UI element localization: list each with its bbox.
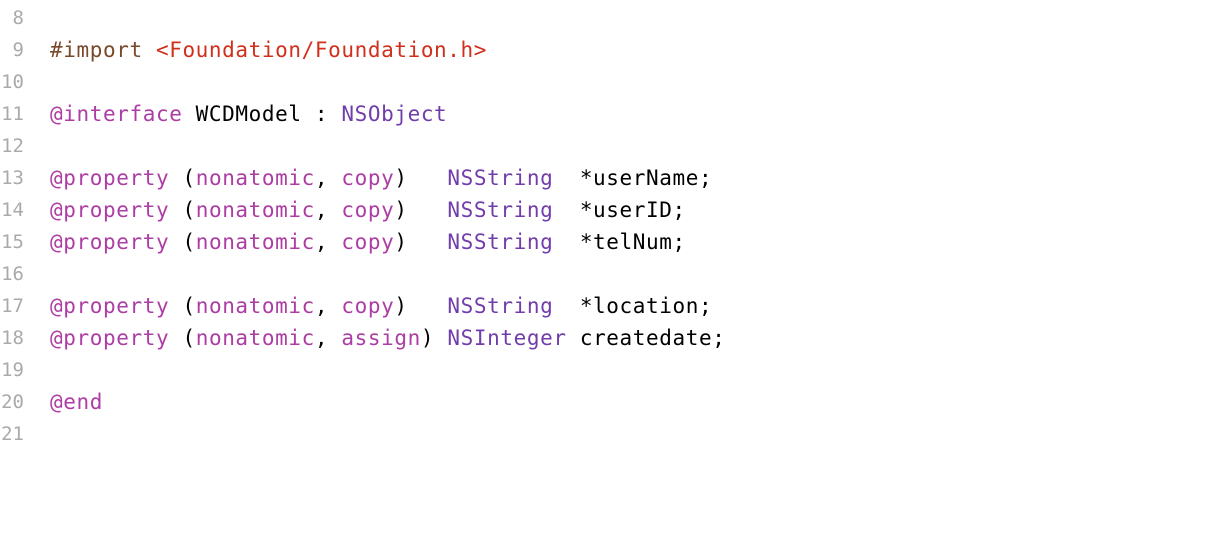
code-line[interactable]: 12 [0,130,1208,162]
token-keyword: nonatomic [195,294,315,318]
token-keyword: nonatomic [195,230,315,254]
token-preproc: #import [50,38,143,62]
token-keyword: @property [50,294,170,318]
token-plain: ( [169,326,196,350]
token-keyword: nonatomic [195,198,315,222]
token-type: NSString [447,230,554,254]
token-plain: ( [169,294,196,318]
token-plain: ) [420,326,448,350]
token-plain: WCDModel : [182,102,342,126]
token-keyword: @property [50,166,170,190]
code-line[interactable]: 8 [0,2,1208,34]
token-keyword: assign [341,326,421,350]
code-line[interactable]: 13 @property (nonatomic, copy) NSString *… [0,162,1208,194]
token-plain: ) [394,166,448,190]
token-plain: *telNum; [553,230,686,254]
token-keyword: @property [50,198,170,222]
token-plain: , [314,294,342,318]
token-plain: *location; [553,294,713,318]
token-plain: *userName; [553,166,713,190]
code-text[interactable]: @end [50,386,103,418]
code-line[interactable]: 21 [0,418,1208,450]
token-plain: ) [394,230,448,254]
line-number: 10 [1,71,24,93]
code-line[interactable]: 14 @property (nonatomic, copy) NSString *… [0,194,1208,226]
line-number: 8 [12,7,24,29]
token-keyword: @interface [50,102,183,126]
line-number: 21 [1,423,24,445]
code-line[interactable]: 16 [0,258,1208,290]
code-text[interactable]: @property (nonatomic, assign) NSInteger … [50,322,726,354]
line-number: 18 [1,327,24,349]
token-plain: ( [169,230,196,254]
token-plain: ( [169,166,196,190]
token-type: NSString [447,198,554,222]
code-line[interactable]: 19 [0,354,1208,386]
code-line[interactable]: 20 @end [0,386,1208,418]
code-line[interactable]: 15 @property (nonatomic, copy) NSString *… [0,226,1208,258]
code-editor[interactable]: 8 9 #import <Foundation/Foundation.h> 10 11 @… [0,2,1208,450]
token-plain: *userID; [553,198,686,222]
code-text[interactable]: @property (nonatomic, copy) NSString *us… [50,194,686,226]
token-keyword: copy [341,294,395,318]
line-number: 11 [1,103,24,125]
line-number: 17 [1,295,24,317]
code-line[interactable]: 18 @property (nonatomic, assign) NSIntege… [0,322,1208,354]
token-plain: ( [169,198,196,222]
token-type: NSString [447,166,554,190]
token-keyword: copy [341,230,395,254]
token-keyword: @end [50,390,103,414]
token-keyword: copy [341,166,395,190]
line-number: 12 [1,135,24,157]
line-number: 16 [1,263,24,285]
token-keyword: @property [50,326,170,350]
token-string: <Foundation/Foundation.h> [155,38,488,62]
code-text[interactable]: @interface WCDModel : NSObject [50,98,447,130]
code-text[interactable]: @property (nonatomic, copy) NSString *te… [50,226,686,258]
code-line[interactable]: 10 [0,66,1208,98]
token-plain: ) [394,294,448,318]
token-plain: , [314,326,342,350]
line-number: 19 [1,359,24,381]
code-text[interactable]: @property (nonatomic, copy) NSString *us… [50,162,712,194]
line-number: 20 [1,391,24,413]
token-type: NSObject [341,102,448,126]
code-text[interactable]: #import <Foundation/Foundation.h> [50,34,487,66]
token-keyword: @property [50,230,170,254]
token-keyword: copy [341,198,395,222]
token-type: NSInteger [447,326,567,350]
token-keyword: nonatomic [195,326,315,350]
token-type: NSString [447,294,554,318]
line-number: 14 [1,199,24,221]
token-keyword: nonatomic [195,166,315,190]
token-plain: , [314,198,342,222]
code-line[interactable]: 17 @property (nonatomic, copy) NSString *… [0,290,1208,322]
code-line[interactable]: 9 #import <Foundation/Foundation.h> [0,34,1208,66]
code-text[interactable]: @property (nonatomic, copy) NSString *lo… [50,290,712,322]
token-plain: createdate; [566,326,726,350]
token-plain: , [314,230,342,254]
line-number: 13 [1,167,24,189]
line-number: 15 [1,231,24,253]
token-plain: ) [394,198,448,222]
token-plain: , [314,166,342,190]
code-line[interactable]: 11 @interface WCDModel : NSObject [0,98,1208,130]
line-number: 9 [12,39,24,61]
